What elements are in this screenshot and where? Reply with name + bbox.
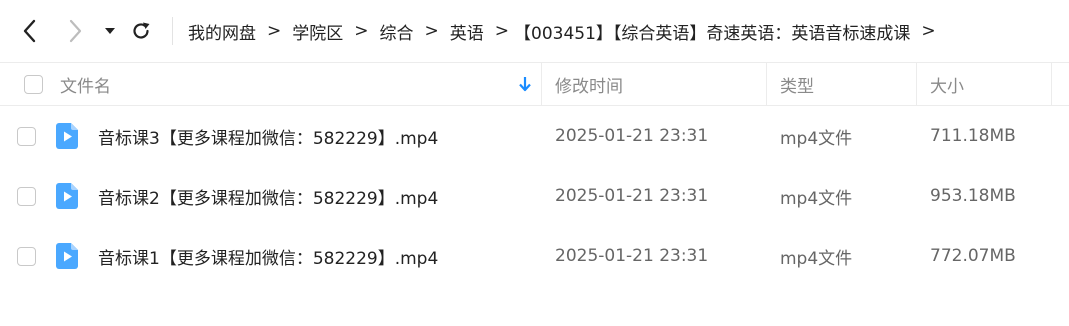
column-header-size-label: 大小: [930, 77, 964, 97]
breadcrumb: 我的网盘 > 学院区 > 综合 > 英语 > 【003451】【综合英语】奇速英…: [188, 17, 947, 45]
file-row[interactable]: 音标课2【更多课程加微信：582229】.mp4 2025-01-21 23:3…: [0, 166, 1069, 226]
navigation-bar: 我的网盘 > 学院区 > 综合 > 英语 > 【003451】【综合英语】奇速英…: [0, 0, 1069, 62]
refresh-button[interactable]: [126, 16, 156, 46]
column-divider[interactable]: [541, 63, 542, 106]
breadcrumb-separator: >: [267, 21, 282, 41]
row-checkbox[interactable]: [17, 187, 36, 206]
breadcrumb-item-my-drive[interactable]: 我的网盘: [188, 19, 256, 44]
breadcrumb-separator: >: [494, 21, 509, 41]
nav-divider: [172, 17, 173, 45]
column-header-size[interactable]: 大小: [930, 63, 964, 106]
column-header-type[interactable]: 类型: [780, 63, 814, 106]
file-modified: 2025-01-21 23:31: [555, 186, 709, 206]
video-file-icon: [56, 183, 78, 209]
file-modified: 2025-01-21 23:31: [555, 126, 709, 146]
file-name[interactable]: 音标课3【更多课程加微信：582229】.mp4: [98, 106, 438, 166]
column-divider[interactable]: [1051, 63, 1052, 106]
arrow-down-icon: [519, 77, 531, 92]
breadcrumb-item-academy[interactable]: 学院区: [292, 19, 343, 44]
file-row[interactable]: 音标课1【更多课程加微信：582229】.mp4 2025-01-21 23:3…: [0, 226, 1069, 286]
breadcrumb-separator: >: [354, 21, 369, 41]
row-checkbox[interactable]: [17, 127, 36, 146]
file-name[interactable]: 音标课2【更多课程加微信：582229】.mp4: [98, 166, 438, 226]
column-divider[interactable]: [766, 63, 767, 106]
caret-down-icon: [105, 28, 115, 34]
breadcrumb-separator: >: [424, 21, 439, 41]
column-header-modified[interactable]: 修改时间: [555, 63, 623, 106]
file-size: 772.07MB: [930, 246, 1016, 266]
column-header-name-label: 文件名: [60, 77, 111, 97]
chevron-left-icon: [23, 19, 36, 43]
video-file-icon: [56, 123, 78, 149]
file-list-header: 文件名 修改时间 类型 大小: [0, 62, 1069, 106]
video-file-icon: [56, 243, 78, 269]
file-size: 711.18MB: [930, 126, 1016, 146]
select-all-checkbox[interactable]: [24, 75, 43, 94]
back-button[interactable]: [15, 16, 45, 46]
column-header-type-label: 类型: [780, 77, 814, 97]
column-header-modified-label: 修改时间: [555, 77, 623, 97]
file-type: mp4文件: [780, 128, 853, 149]
file-size: 953.18MB: [930, 186, 1016, 206]
breadcrumb-item-general[interactable]: 综合: [380, 19, 414, 44]
sort-descending-button[interactable]: [518, 76, 532, 96]
breadcrumb-item-course[interactable]: 【003451】【综合英语】奇速英语：英语音标速成课: [514, 19, 910, 44]
breadcrumb-separator: >: [921, 21, 936, 41]
history-dropdown-button[interactable]: [96, 16, 124, 46]
forward-button[interactable]: [60, 16, 90, 46]
file-name[interactable]: 音标课1【更多课程加微信：582229】.mp4: [98, 226, 438, 286]
column-divider[interactable]: [916, 63, 917, 106]
column-header-name[interactable]: 文件名: [60, 63, 111, 106]
file-row[interactable]: 音标课3【更多课程加微信：582229】.mp4 2025-01-21 23:3…: [0, 106, 1069, 166]
file-type: mp4文件: [780, 248, 853, 269]
breadcrumb-item-english[interactable]: 英语: [450, 19, 484, 44]
file-type: mp4文件: [780, 188, 853, 209]
refresh-icon: [133, 22, 150, 39]
row-checkbox[interactable]: [17, 247, 36, 266]
file-modified: 2025-01-21 23:31: [555, 246, 709, 266]
chevron-right-icon: [69, 19, 82, 43]
